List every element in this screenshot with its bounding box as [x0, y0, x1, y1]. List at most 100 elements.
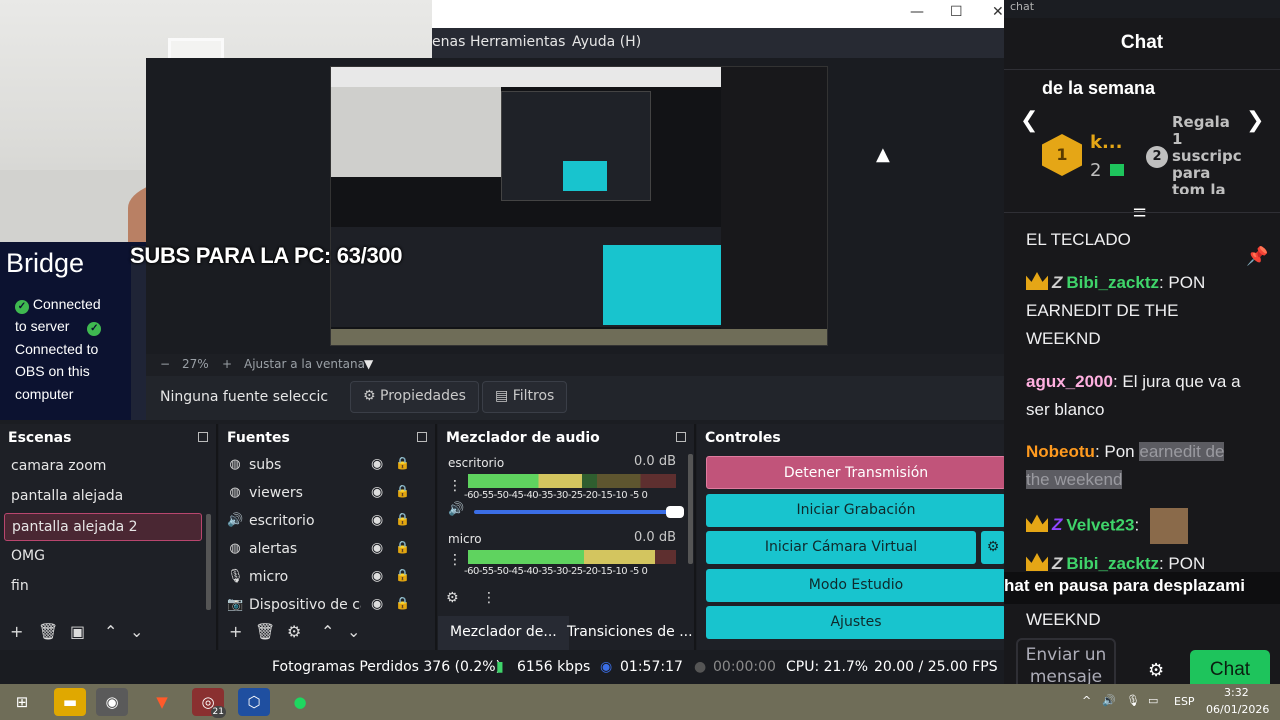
language-indicator[interactable]: ESP [1174, 695, 1195, 708]
gear-icon[interactable]: ⚙ [287, 622, 301, 641]
speaker-icon[interactable]: 🔊 [1102, 694, 1116, 707]
eye-icon[interactable]: ◉ [371, 568, 383, 584]
chat-username[interactable]: Bibi_zacktz [1066, 554, 1159, 573]
lock-icon[interactable]: 🔒 [395, 456, 410, 470]
clock-date[interactable]: 06/01/2026 [1206, 703, 1269, 716]
scene-item[interactable]: camara zoom [4, 453, 202, 481]
undock-icon[interactable] [198, 432, 208, 442]
chevron-up-icon[interactable]: ^ [1082, 694, 1091, 707]
scenes-scrollbar[interactable] [206, 514, 211, 610]
more-options-icon[interactable]: ⋮ [482, 590, 496, 606]
chat-send-button[interactable]: Chat [1190, 650, 1270, 684]
controls-title: Controles [705, 430, 781, 446]
menu-herramientas[interactable]: Herramientas [470, 34, 565, 50]
chat-input[interactable]: Enviar un mensaje [1016, 638, 1116, 684]
tab-mixer[interactable]: Mezclador de... [438, 616, 569, 650]
maximize-icon[interactable]: ☐ [950, 4, 963, 20]
scene-item-active[interactable]: pantalla alejada 2 [4, 513, 202, 541]
stop-stream-button[interactable]: Detener Transmisión [706, 456, 1006, 489]
tab-transitions[interactable]: Transiciones de ... [555, 616, 705, 650]
chat-username[interactable]: Nobeotu [1026, 442, 1095, 461]
lock-icon[interactable]: 🔒 [395, 484, 410, 498]
gear-icon[interactable]: ⚙ [981, 531, 1005, 564]
scene-item[interactable]: pantalla alejada [4, 483, 202, 511]
dropped-frames: Fotogramas Perdidos 376 (0.2%) [272, 659, 502, 675]
gear-icon[interactable]: ⚙ [1148, 660, 1164, 681]
mixer-track: micro 0.0 dB ⋮ -60-55-50-45-40-35-30-25-… [448, 530, 676, 577]
gear-icon[interactable]: ⚙ [446, 590, 459, 606]
source-item[interactable]: ◍ viewers ◉ 🔒 [225, 480, 425, 508]
zoom-out-button[interactable]: − [160, 357, 170, 371]
start-virtual-camera-button[interactable]: Iniciar Cámara Virtual [706, 531, 976, 564]
zoom-fit-select[interactable]: Ajustar a la ventana [244, 357, 365, 371]
obs-icon[interactable]: ◉ [96, 688, 128, 716]
chat-username[interactable]: Velvet23 [1066, 515, 1134, 534]
eye-icon[interactable]: ◉ [371, 540, 383, 556]
obs-preview-canvas[interactable] [330, 66, 828, 346]
folder-icon[interactable]: ▬ [54, 688, 86, 716]
lock-icon[interactable]: 🔒 [395, 512, 410, 526]
chat-message: Nobeotu: Pon earnedit de the weekend [1026, 442, 1225, 489]
lock-icon[interactable]: 🔒 [395, 568, 410, 582]
eye-icon[interactable]: ◉ [371, 596, 383, 612]
menu-escenas[interactable]: enas [432, 34, 465, 50]
undock-icon[interactable] [676, 432, 686, 442]
chat-paused-banner[interactable]: hat en pausa para desplazami [1004, 572, 1280, 604]
app-icon[interactable]: ◎ 21 [192, 688, 226, 718]
lock-icon[interactable]: 🔒 [395, 596, 410, 610]
move-down-icon[interactable]: ⌄ [347, 622, 360, 641]
eye-icon[interactable]: ◉ [371, 512, 383, 528]
chevron-left-icon[interactable]: ❮ [1020, 108, 1038, 133]
microphone-icon[interactable]: 🎙 [1126, 694, 1140, 707]
more-options-icon[interactable]: ⋮ [448, 552, 462, 568]
move-up-icon[interactable]: ⌃ [104, 622, 117, 641]
obs-menu-bar: enas Herramientas Ayuda (H) [432, 28, 1004, 58]
volume-slider-handle[interactable] [666, 506, 684, 518]
chevron-down-icon[interactable]: ▼ [364, 357, 373, 371]
battery-icon[interactable]: ▭ [1148, 694, 1158, 707]
brave-browser-icon[interactable]: ▼ [146, 688, 178, 716]
bridge-scrollbar[interactable] [131, 246, 146, 420]
undock-icon[interactable] [417, 432, 427, 442]
minimize-icon[interactable]: — [910, 4, 924, 20]
scene-item[interactable]: fin [4, 573, 202, 601]
leaderboard-heading: de la semana [1042, 78, 1156, 98]
source-item[interactable]: 🔊 escritorio ◉ 🔒 [225, 508, 425, 536]
more-options-icon[interactable]: ⋮ [448, 478, 462, 494]
volume-slider[interactable] [474, 506, 684, 518]
studio-mode-button[interactable]: Modo Estudio [706, 569, 1006, 602]
mixer-scrollbar[interactable] [688, 454, 693, 564]
app-icon[interactable]: ⬡ [238, 688, 270, 716]
speaker-icon[interactable]: 🔊 [448, 502, 464, 517]
settings-button[interactable]: Ajustes [706, 606, 1006, 639]
chat-message: Z Velvet23: [1026, 508, 1252, 544]
trash-icon[interactable]: 🗑 [38, 622, 58, 641]
move-down-icon[interactable]: ⌄ [130, 622, 143, 641]
spotify-icon[interactable]: ● [284, 688, 316, 716]
trash-icon[interactable]: 🗑 [255, 622, 275, 641]
clock-time[interactable]: 3:32 [1224, 686, 1249, 699]
source-item[interactable]: ◍ subs ◉ 🔒 [225, 452, 425, 480]
properties-button[interactable]: ⚙ Propiedades [350, 381, 479, 413]
menu-ayuda[interactable]: Ayuda (H) [572, 34, 641, 50]
eye-icon[interactable]: ◉ [371, 484, 383, 500]
windows-start-icon[interactable]: ⊞ [6, 688, 38, 716]
scene-filters-icon[interactable]: ▣ [70, 622, 85, 641]
chat-username[interactable]: agux_2000 [1026, 372, 1113, 391]
chat-username[interactable]: Bibi_zacktz [1066, 273, 1159, 292]
lock-icon[interactable]: 🔒 [395, 540, 410, 554]
scene-item[interactable]: OMG [4, 543, 202, 571]
move-up-icon[interactable]: ⌃ [321, 622, 334, 641]
add-source-button[interactable]: + [229, 622, 242, 641]
source-item[interactable]: 📷 Dispositivo de cap ◉ 🔒 [225, 592, 425, 620]
filter-icon: ▤ [495, 388, 509, 404]
add-scene-button[interactable]: + [10, 622, 23, 641]
source-item[interactable]: ◍ alertas ◉ 🔒 [225, 536, 425, 564]
start-recording-button[interactable]: Iniciar Grabación [706, 494, 1006, 527]
filters-button[interactable]: ▤ Filtros [482, 381, 568, 413]
zoom-in-button[interactable]: + [222, 357, 232, 371]
chevron-right-icon[interactable]: ❯ [1246, 108, 1264, 133]
close-icon[interactable]: ✕ [992, 4, 1004, 20]
source-item[interactable]: 🎙 micro ◉ 🔒 [225, 564, 425, 592]
eye-icon[interactable]: ◉ [371, 456, 383, 472]
